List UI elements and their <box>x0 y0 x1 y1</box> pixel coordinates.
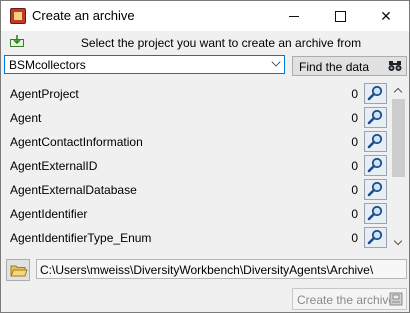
table-row: AgentExternalDatabase 0 <box>4 178 390 202</box>
table-row-count: 0 <box>351 231 358 245</box>
inspect-table-button[interactable] <box>364 227 387 248</box>
table-row-count: 0 <box>351 135 358 149</box>
magnifier-icon <box>367 205 383 221</box>
scroll-up-icon[interactable] <box>390 82 407 99</box>
archive-path-value: C:\Users\mweiss\DiversityWorkbench\Diver… <box>40 263 374 277</box>
magnifier-icon <box>367 85 383 101</box>
magnifier-icon <box>367 229 383 245</box>
table-row-name: AgentExternalID <box>10 159 98 173</box>
maximize-button[interactable] <box>317 1 363 31</box>
scroll-thumb[interactable] <box>392 99 405 177</box>
find-data-label: Find the data <box>299 60 370 74</box>
table-row-count: 0 <box>351 183 358 197</box>
archive-path-field[interactable]: C:\Users\mweiss\DiversityWorkbench\Diver… <box>36 259 407 279</box>
table-list: AgentProject 0 Agent 0 AgentContactInformati… <box>4 82 390 252</box>
table-row-name: AgentExternalDatabase <box>10 183 137 197</box>
magnifier-icon <box>367 157 383 173</box>
table-row: AgentIdentifier 0 <box>4 202 390 226</box>
table-row: Agent 0 <box>4 106 390 130</box>
table-row: AgentContactInformation 0 <box>4 130 390 154</box>
binoculars-icon <box>388 61 402 71</box>
inspect-table-button[interactable] <box>364 131 387 152</box>
inspect-table-button[interactable] <box>364 179 387 200</box>
project-prompt: Select the project you want to create an… <box>80 36 362 50</box>
title-bar: Create an archive ✕ <box>1 1 409 31</box>
table-row-count: 0 <box>351 87 358 101</box>
table-row-name: AgentIdentifierType_Enum <box>10 231 152 245</box>
table-row: AgentExternalID 0 <box>4 154 390 178</box>
archive-app-icon <box>10 8 26 24</box>
project-select-value: BSMcollectors <box>9 58 86 72</box>
table-row-name: AgentIdentifier <box>10 207 88 221</box>
inspect-table-button[interactable] <box>364 155 387 176</box>
table-row: AgentIdentifierType_Enum 0 <box>4 226 390 250</box>
inspect-table-button[interactable] <box>364 203 387 224</box>
create-archive-button[interactable]: Create the archive <box>292 288 407 310</box>
magnifier-icon <box>367 181 383 197</box>
table-row-count: 0 <box>351 111 358 125</box>
project-select[interactable]: BSMcollectors <box>4 55 285 74</box>
table-row-name: Agent <box>10 111 42 125</box>
window-title: Create an archive <box>32 8 135 23</box>
table-list-scrollbar[interactable] <box>390 82 407 252</box>
folder-icon <box>10 265 28 277</box>
magnifier-icon <box>367 133 383 149</box>
table-row-name: AgentContactInformation <box>10 135 143 149</box>
table-row-name: AgentProject <box>10 87 79 101</box>
archive-box-icon <box>389 292 403 306</box>
inspect-table-button[interactable] <box>364 107 387 128</box>
table-row: AgentProject 0 <box>4 82 390 106</box>
scroll-down-icon[interactable] <box>390 235 407 252</box>
create-archive-dialog: Create an archive ✕ Select the project y… <box>0 0 410 313</box>
close-button[interactable]: ✕ <box>363 1 409 31</box>
find-data-button[interactable]: Find the data <box>292 56 407 76</box>
minimize-button[interactable] <box>271 1 317 31</box>
table-row-count: 0 <box>351 159 358 173</box>
table-row-count: 0 <box>351 207 358 221</box>
choose-folder-button[interactable] <box>6 259 30 281</box>
create-archive-label: Create the archive <box>297 293 396 307</box>
magnifier-icon <box>367 109 383 125</box>
inspect-table-button[interactable] <box>364 83 387 104</box>
chevron-down-icon[interactable] <box>271 57 281 67</box>
